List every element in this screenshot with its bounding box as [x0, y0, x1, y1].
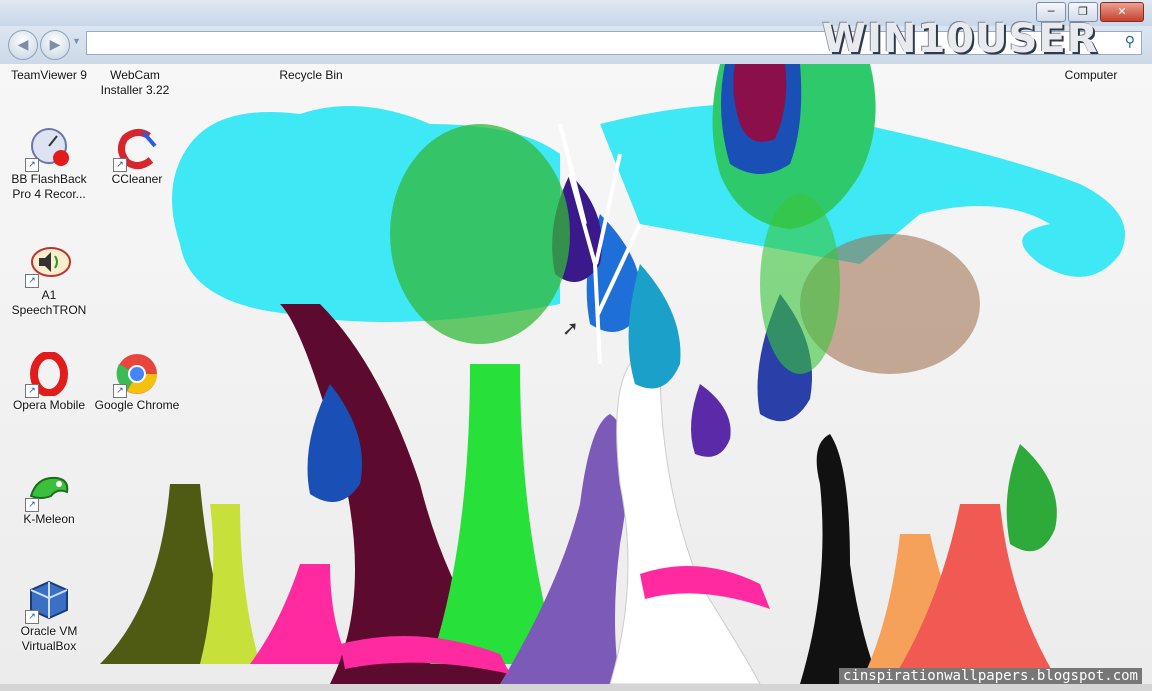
k-meleon-icon: ↗ [25, 466, 71, 512]
desktop-icon-teamviewer[interactable]: TeamViewer 9 [6, 68, 92, 83]
shortcut-arrow-icon: ↗ [25, 158, 39, 172]
green-drop [1006, 444, 1057, 552]
shortcut-arrow-icon: ↗ [25, 274, 39, 288]
desktop-icon-oracle-virtualbox[interactable]: ↗ Oracle VM VirtualBox [6, 578, 92, 654]
violet-drop [691, 384, 731, 457]
green-foliage-2 [760, 194, 840, 374]
mouse-cursor-icon: ➚ [562, 316, 579, 340]
shortcut-arrow-icon: ↗ [25, 384, 39, 398]
desktop-icon-label: Opera Mobile [12, 398, 86, 412]
desktop-icon-recycle-bin[interactable]: Recycle Bin [268, 68, 354, 83]
bb-flashback-icon: ↗ [25, 126, 71, 172]
close-button[interactable]: ✕ [1100, 2, 1144, 22]
desktop-icon-computer[interactable]: Computer [1048, 68, 1134, 83]
desktop-icon-label: Recycle Bin [279, 68, 343, 82]
desktop: TeamViewer 9 WebCam Installer 3.22 Recyc… [0, 64, 1152, 684]
back-button[interactable]: ◀ [8, 30, 38, 60]
shortcut-arrow-icon: ↗ [113, 384, 127, 398]
desktop-icon-a1-speechtron[interactable]: ↗ A1 SpeechTRON [6, 242, 92, 318]
watermark-text: cinspirationwallpapers.blogspot.com [838, 668, 1142, 684]
green-foliage [390, 124, 570, 344]
shortcut-arrow-icon: ↗ [25, 498, 39, 512]
desktop-icon-ccleaner[interactable]: ↗ CCleaner [94, 126, 180, 187]
chrome-icon: ↗ [113, 352, 159, 398]
desktop-icon-label: K-Meleon [23, 512, 75, 526]
desktop-icon-label: A1 SpeechTRON [11, 288, 87, 317]
desktop-icon-opera-mobile[interactable]: ↗ Opera Mobile [6, 351, 92, 413]
shortcut-arrow-icon: ↗ [25, 610, 39, 624]
pink-tree [250, 564, 350, 664]
desktop-icon-k-meleon[interactable]: ↗ K-Meleon [6, 466, 92, 527]
shortcut-arrow-icon: ↗ [113, 158, 127, 172]
desktop-icon-label: CCleaner [111, 172, 163, 186]
desktop-icon-webcam-installer[interactable]: WebCam Installer 3.22 [92, 68, 178, 98]
desktop-icon-label: Oracle VM VirtualBox [20, 624, 78, 653]
window-bottom-border [0, 684, 1152, 691]
virtualbox-icon: ↗ [25, 578, 71, 624]
desktop-icon-label: Computer [1064, 68, 1118, 82]
teal-drop [628, 264, 681, 389]
forward-button[interactable]: ▶ [40, 30, 70, 60]
opera-icon: ↗ [25, 351, 71, 398]
white-trunk [609, 363, 761, 684]
black-tree [800, 434, 880, 684]
ccleaner-icon: ↗ [113, 126, 159, 172]
win10user-logo: WIN10USER [822, 16, 1099, 62]
desktop-icon-label: Google Chrome [94, 398, 180, 412]
desktop-icon-google-chrome[interactable]: ↗ Google Chrome [94, 352, 180, 413]
desktop-icon-label: BB FlashBack Pro 4 Recor... [11, 172, 87, 201]
search-icon[interactable]: ⚲ [1125, 34, 1135, 50]
desktop-icon-label: WebCam Installer 3.22 [100, 68, 170, 97]
recent-pages-dropdown[interactable]: ▼ [72, 36, 81, 46]
desktop-icon-label: TeamViewer 9 [11, 68, 87, 82]
speaker-icon: ↗ [25, 242, 71, 288]
desktop-icon-bb-flashback[interactable]: ↗ BB FlashBack Pro 4 Recor... [6, 126, 92, 202]
